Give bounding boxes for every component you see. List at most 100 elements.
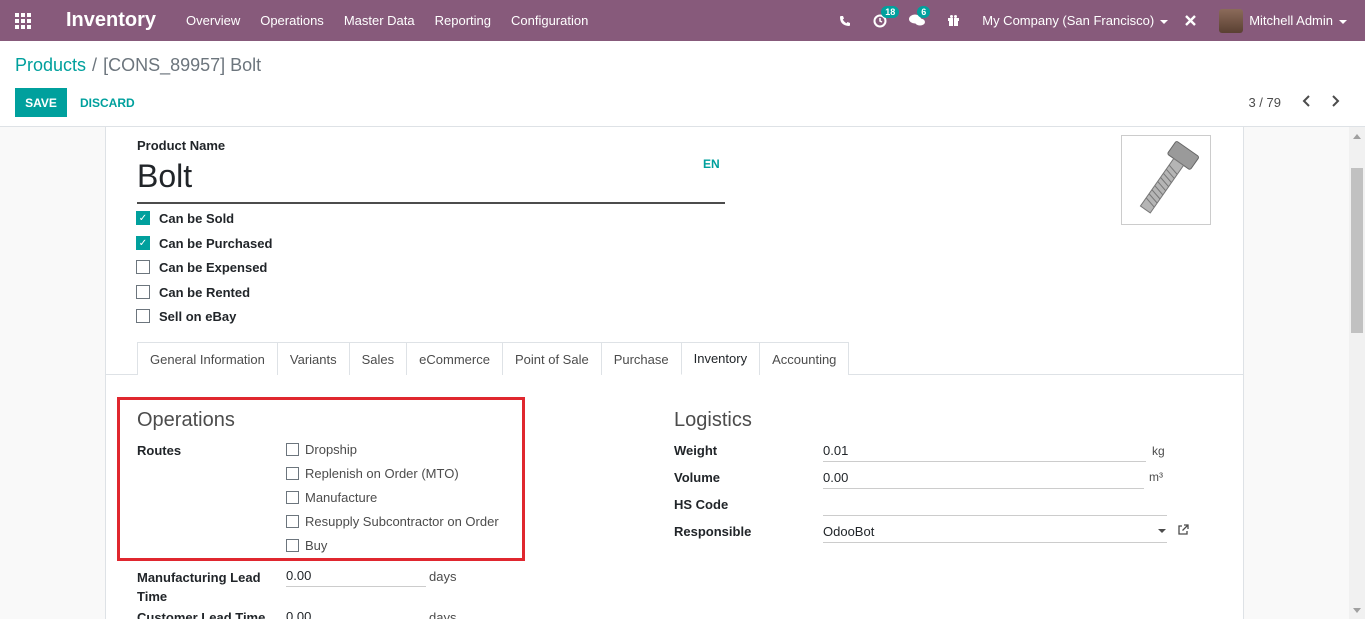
- route-dropship[interactable]: Dropship: [286, 440, 357, 458]
- route-resupply-subcontractor[interactable]: Resupply Subcontractor on Order: [286, 512, 499, 530]
- language-button[interactable]: EN: [703, 157, 720, 171]
- checkbox-label: Can be Sold: [159, 210, 235, 226]
- activity-clock-icon[interactable]: 18: [873, 5, 900, 28]
- company-name: My Company (San Francisco): [982, 13, 1155, 28]
- logistics-title: Logistics: [674, 409, 752, 431]
- checkbox-unchecked-icon[interactable]: [286, 490, 299, 504]
- manufacturing-lead-time-label: Manufacturing Lead Time: [137, 570, 261, 604]
- route-buy[interactable]: Buy: [286, 536, 327, 554]
- route-label: Resupply Subcontractor on Order: [305, 513, 499, 529]
- can-be-expensed-field[interactable]: Can be Expensed: [136, 258, 267, 276]
- weight-input[interactable]: 0.01: [823, 440, 1146, 462]
- activity-count-badge: 18: [881, 5, 900, 18]
- tab-accounting[interactable]: Accounting: [759, 342, 850, 375]
- checkbox-checked-icon[interactable]: ✓: [136, 211, 150, 225]
- message-count-badge: 6: [917, 6, 931, 18]
- debug-tools-icon[interactable]: [1184, 14, 1197, 27]
- checkbox-unchecked-icon[interactable]: [136, 285, 150, 299]
- chevron-right-icon[interactable]: [1325, 91, 1345, 111]
- manufacturing-lead-time-unit: days: [429, 569, 457, 584]
- checkbox-label: Sell on eBay: [159, 308, 237, 324]
- customer-lead-time-input[interactable]: 0.00: [286, 606, 426, 619]
- scroll-down-arrow-icon[interactable]: [1353, 608, 1361, 613]
- user-menu[interactable]: Mitchell Admin: [1249, 13, 1347, 28]
- top-navbar: Inventory Overview Operations Master Dat…: [0, 0, 1365, 41]
- menu-overview[interactable]: Overview: [186, 13, 240, 28]
- can-be-rented-field[interactable]: Can be Rented: [136, 283, 250, 301]
- volume-input[interactable]: 0.00: [823, 467, 1144, 489]
- manufacturing-lead-time-input[interactable]: 0.00: [286, 565, 426, 587]
- gift-icon[interactable]: [947, 14, 960, 27]
- volume-unit: m³: [1149, 470, 1163, 484]
- route-manufacture[interactable]: Manufacture: [286, 488, 377, 506]
- checkbox-unchecked-icon[interactable]: [286, 466, 299, 480]
- checkbox-unchecked-icon[interactable]: [286, 514, 299, 528]
- breadcrumb-products-link[interactable]: Products: [15, 55, 86, 75]
- discard-button[interactable]: DISCARD: [80, 88, 135, 117]
- menu-configuration[interactable]: Configuration: [511, 13, 588, 28]
- chevron-left-icon[interactable]: [1297, 91, 1317, 111]
- scroll-up-arrow-icon[interactable]: [1353, 134, 1361, 139]
- hs-code-label: HS Code: [674, 497, 729, 512]
- checkbox-label: Can be Purchased: [159, 235, 273, 251]
- save-button[interactable]: SAVE: [15, 88, 67, 117]
- routes-label: Routes: [137, 443, 182, 458]
- external-link-icon[interactable]: [1177, 524, 1189, 539]
- route-label: Dropship: [305, 441, 358, 457]
- route-label: Replenish on Order (MTO): [305, 465, 459, 481]
- breadcrumb: Products / [CONS_89957] Bolt: [15, 55, 261, 76]
- chevron-down-icon: [1160, 19, 1169, 24]
- app-title[interactable]: Inventory: [66, 9, 156, 32]
- can-be-sold-field[interactable]: ✓ Can be Sold: [136, 209, 234, 227]
- checkbox-unchecked-icon[interactable]: [286, 442, 299, 456]
- checkbox-label: Can be Expensed: [159, 259, 268, 275]
- tab-general-information[interactable]: General Information: [137, 342, 278, 375]
- tab-inventory[interactable]: Inventory: [680, 342, 761, 375]
- product-image[interactable]: [1121, 135, 1211, 225]
- checkbox-unchecked-icon[interactable]: [136, 260, 150, 274]
- menu-reporting[interactable]: Reporting: [435, 13, 491, 28]
- menu-master-data[interactable]: Master Data: [344, 13, 415, 28]
- breadcrumb-separator: /: [92, 55, 98, 75]
- weight-unit: kg: [1152, 444, 1165, 458]
- notebook-tabs: General Information Variants Sales eComm…: [137, 342, 850, 375]
- scrollbar-thumb[interactable]: [1351, 168, 1363, 333]
- customer-lead-time-unit: days: [429, 610, 457, 619]
- pager-value: 3 / 79: [1248, 95, 1281, 110]
- user-name: Mitchell Admin: [1249, 13, 1333, 28]
- operations-title: Operations: [137, 409, 235, 431]
- weight-label: Weight: [674, 443, 718, 458]
- chevron-down-icon: [1339, 19, 1347, 24]
- route-mto[interactable]: Replenish on Order (MTO): [286, 464, 459, 482]
- company-switcher[interactable]: My Company (San Francisco): [982, 13, 1169, 28]
- product-name-label: Product Name: [137, 138, 226, 153]
- apps-menu-icon[interactable]: [0, 0, 46, 41]
- checkbox-unchecked-icon[interactable]: [286, 538, 299, 552]
- chevron-down-icon[interactable]: [1158, 529, 1166, 533]
- tab-ecommerce[interactable]: eCommerce: [406, 342, 503, 375]
- menu-operations[interactable]: Operations: [260, 13, 324, 28]
- checkbox-label: Can be Rented: [159, 284, 251, 300]
- chat-icon[interactable]: 6: [909, 6, 931, 27]
- responsible-label: Responsible: [674, 524, 752, 539]
- product-name-input[interactable]: Bolt: [137, 158, 725, 204]
- bolt-image-icon: [1139, 141, 1199, 214]
- responsible-select[interactable]: OdooBot: [823, 521, 1167, 543]
- customer-lead-time-label: Customer Lead Time: [137, 610, 266, 619]
- control-panel: Products / [CONS_89957] Bolt SAVE DISCARD …: [0, 41, 1365, 127]
- route-label: Buy: [305, 537, 328, 553]
- phone-icon[interactable]: [839, 15, 851, 27]
- can-be-purchased-field[interactable]: ✓ Can be Purchased: [136, 234, 272, 252]
- tab-purchase[interactable]: Purchase: [600, 342, 682, 375]
- sell-on-ebay-field[interactable]: Sell on eBay: [136, 307, 236, 325]
- hs-code-input[interactable]: [823, 494, 1167, 516]
- tab-sales[interactable]: Sales: [348, 342, 408, 375]
- route-label: Manufacture: [305, 489, 378, 505]
- checkbox-unchecked-icon[interactable]: [136, 309, 150, 323]
- avatar[interactable]: [1219, 8, 1244, 33]
- volume-label: Volume: [674, 470, 720, 485]
- checkbox-checked-icon[interactable]: ✓: [136, 236, 150, 250]
- tab-variants[interactable]: Variants: [276, 342, 350, 375]
- breadcrumb-current: [CONS_89957] Bolt: [103, 55, 262, 75]
- tab-point-of-sale[interactable]: Point of Sale: [501, 342, 602, 375]
